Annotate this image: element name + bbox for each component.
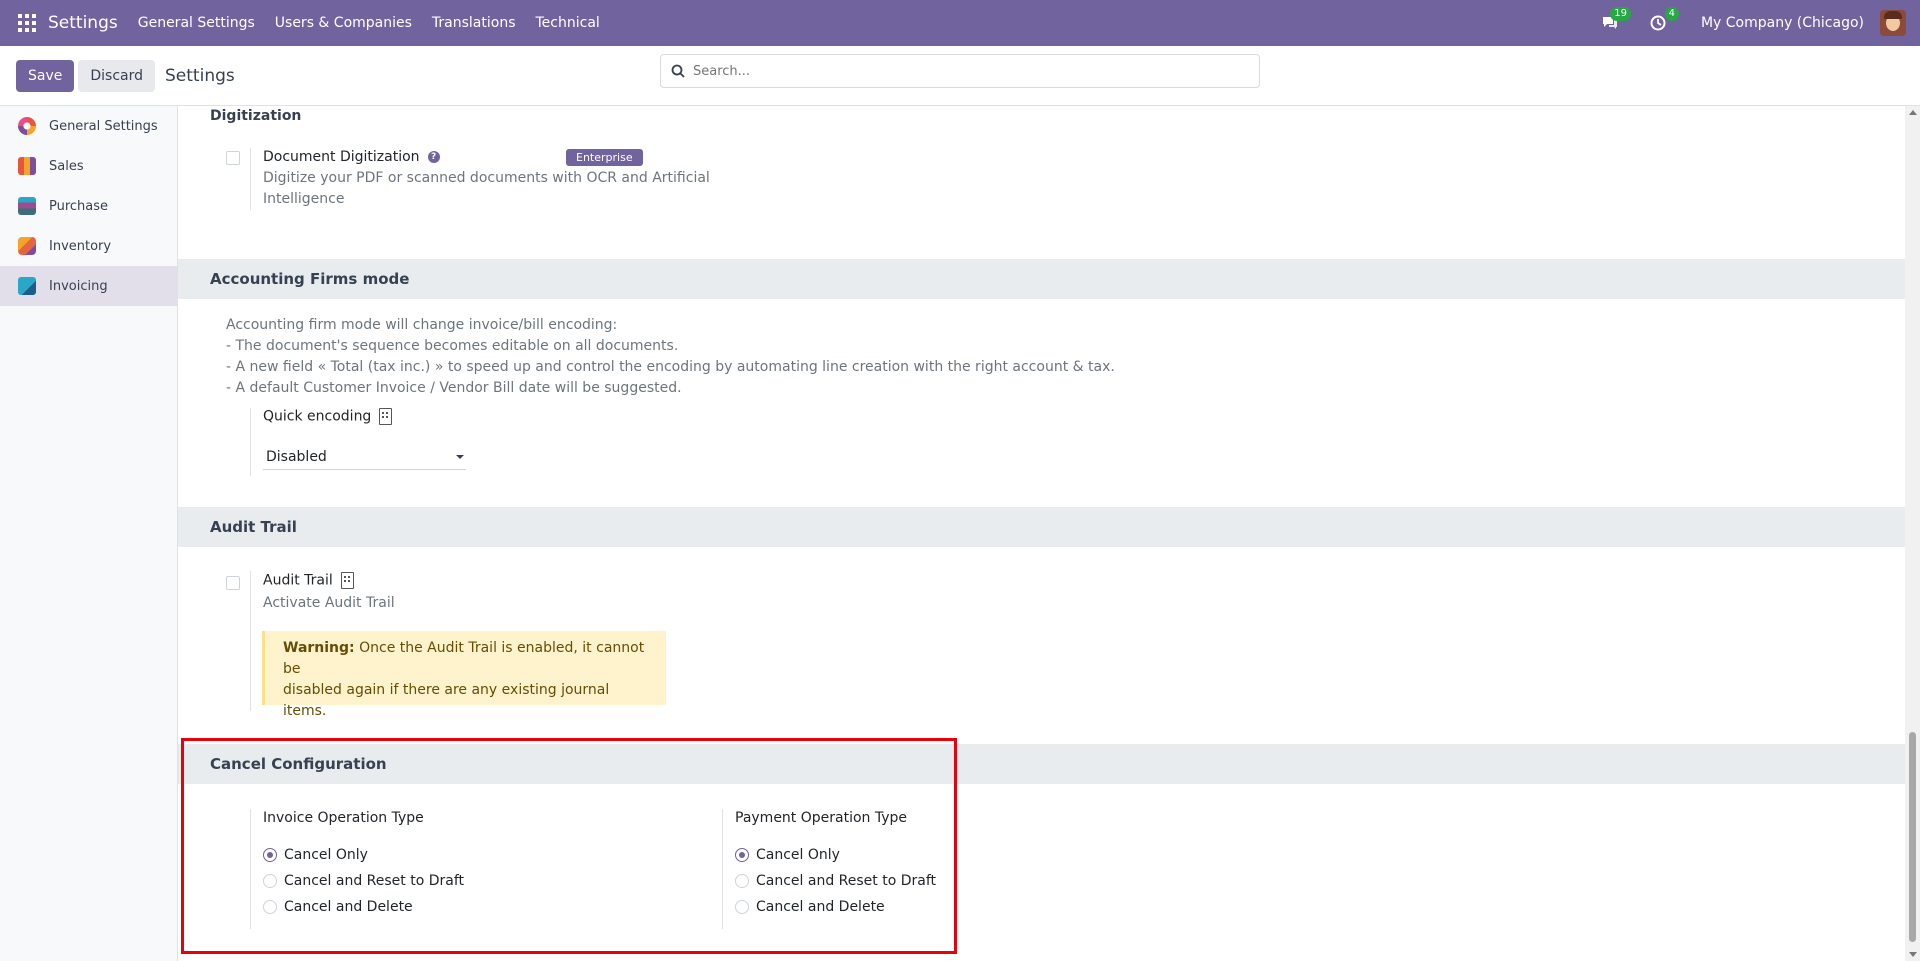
search-icon	[671, 64, 685, 78]
sidebar-item-label: Sales	[49, 158, 84, 174]
section-header-digitization: Digitization	[178, 106, 1905, 124]
main-scrollbar[interactable]	[1905, 106, 1920, 961]
control-panel: Save Discard Settings	[0, 46, 1920, 106]
menu-translations[interactable]: Translations	[432, 15, 516, 31]
enterprise-badge: Enterprise	[566, 149, 643, 166]
setting-divider	[250, 148, 251, 210]
purchase-app-icon	[18, 197, 36, 215]
top-navbar: Settings General Settings Users & Compan…	[0, 0, 1920, 46]
menu-technical[interactable]: Technical	[536, 15, 600, 31]
sidebar-item-label: General Settings	[49, 118, 158, 134]
audit-trail-description: Activate Audit Trail	[263, 595, 395, 611]
company-specific-icon	[340, 572, 354, 589]
messages-button[interactable]: 19	[1599, 7, 1631, 33]
app-brand[interactable]: Settings	[48, 13, 118, 33]
sidebar-item-general-settings[interactable]: General Settings	[0, 106, 177, 146]
sidebar-item-label: Purchase	[49, 198, 109, 214]
menu-general-settings[interactable]: General Settings	[138, 15, 255, 31]
user-avatar[interactable]	[1880, 10, 1906, 36]
quick-encoding-select[interactable]: Disabled	[263, 444, 466, 470]
scroll-up-arrow-icon[interactable]	[1909, 110, 1917, 115]
activities-count-badge: 4	[1664, 7, 1679, 21]
document-digitization-checkbox[interactable]	[226, 151, 240, 165]
messages-count-badge: 19	[1610, 7, 1631, 21]
company-switcher[interactable]: My Company (Chicago)	[1701, 15, 1864, 31]
apps-menu-icon[interactable]	[18, 14, 36, 32]
accounting-firms-description: Accounting firm mode will change invoice…	[226, 317, 1115, 396]
search-bar[interactable]	[660, 54, 1260, 88]
audit-trail-checkbox[interactable]	[226, 576, 240, 590]
clock-icon	[1650, 15, 1666, 31]
invoicing-app-icon	[18, 277, 36, 295]
audit-trail-warning: Warning: Once the Audit Trail is enabled…	[262, 631, 666, 719]
setting-divider	[250, 571, 251, 711]
section-header-audit-trail: Audit Trail	[178, 507, 1905, 547]
sidebar-item-purchase[interactable]: Purchase	[0, 186, 177, 226]
company-specific-icon	[379, 408, 393, 425]
sidebar-item-invoicing[interactable]: Invoicing	[0, 266, 177, 306]
audit-trail-label: Audit Trail	[263, 572, 354, 589]
quick-encoding-label: Quick encoding	[263, 408, 393, 425]
section-header-accounting-firms: Accounting Firms mode	[178, 259, 1905, 299]
scrollbar-thumb[interactable]	[1909, 732, 1916, 942]
sidebar-item-inventory[interactable]: Inventory	[0, 226, 177, 266]
help-icon[interactable]: ?	[427, 151, 440, 163]
cancel-configuration-highlight	[181, 738, 957, 954]
document-digitization-description: Digitize your PDF or scanned documents w…	[263, 170, 710, 207]
inventory-app-icon	[18, 237, 36, 255]
settings-content: Digitization Document Digitization? Ente…	[178, 106, 1905, 961]
document-digitization-label: Document Digitization?	[263, 149, 440, 165]
sales-app-icon	[18, 157, 36, 175]
save-button[interactable]: Save	[16, 59, 75, 92]
sidebar-item-label: Invoicing	[49, 278, 108, 294]
sidebar-item-sales[interactable]: Sales	[0, 146, 177, 186]
scroll-down-arrow-icon[interactable]	[1909, 952, 1917, 957]
discard-button[interactable]: Discard	[78, 59, 156, 92]
settings-sidebar: General Settings Sales Purchase Inventor…	[0, 106, 178, 961]
general-settings-app-icon	[18, 117, 36, 135]
page-title: Settings	[165, 65, 235, 86]
menu-users-companies[interactable]: Users & Companies	[275, 15, 412, 31]
sidebar-item-label: Inventory	[49, 238, 112, 254]
caret-down-icon	[456, 455, 464, 459]
activities-button[interactable]: 4	[1647, 7, 1679, 33]
search-input[interactable]	[693, 63, 1259, 79]
setting-divider	[250, 408, 251, 476]
